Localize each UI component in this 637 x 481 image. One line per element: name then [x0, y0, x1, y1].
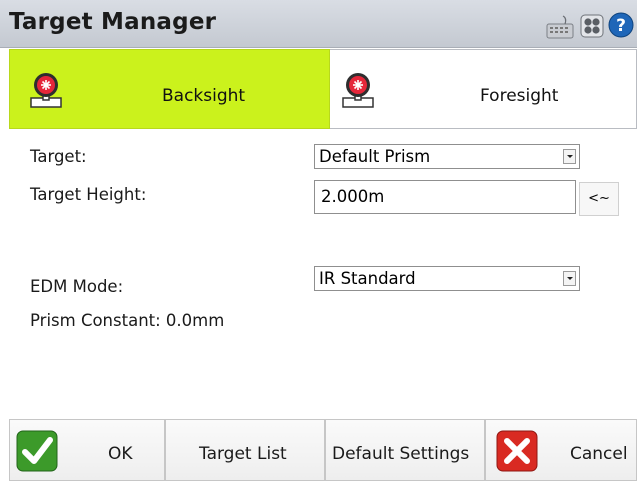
prism-constant-text: Prism Constant: 0.0mm [30, 311, 225, 330]
target-select[interactable]: Default Prism [314, 144, 580, 169]
prism-target-icon [30, 73, 62, 108]
cancel-button-label: Cancel [570, 444, 628, 464]
keyboard-icon[interactable] [545, 14, 575, 40]
settings-icon[interactable] [580, 14, 604, 38]
window-title: Target Manager [9, 9, 217, 35]
checkmark-icon [16, 430, 58, 472]
edm-mode-value: IR Standard [319, 269, 416, 288]
svg-text:?: ? [616, 16, 626, 36]
edm-mode-select[interactable]: IR Standard [314, 266, 580, 291]
title-bar: Target Manager ? [0, 0, 637, 48]
tab-backsight-label: Backsight [162, 86, 246, 106]
cancel-button[interactable]: Cancel [485, 419, 637, 481]
target-height-input[interactable]: 2.000m [314, 180, 576, 214]
prism-target-icon [342, 73, 374, 108]
ok-button[interactable]: OK [9, 419, 165, 481]
edm-mode-label: EDM Mode: [30, 277, 124, 296]
tab-backsight[interactable]: Backsight [9, 49, 330, 129]
close-icon [496, 430, 538, 472]
chevron-down-icon[interactable] [563, 149, 576, 164]
target-select-value: Default Prism [319, 147, 431, 166]
height-options-button[interactable]: <~ [579, 182, 619, 216]
default-settings-label: Default Settings [332, 444, 470, 464]
target-height-value: 2.000m [321, 187, 385, 206]
tab-foresight-label: Foresight [480, 86, 559, 106]
target-list-button[interactable]: Target List [165, 419, 325, 481]
ok-button-label: OK [108, 444, 133, 464]
target-list-label: Target List [199, 444, 287, 464]
tab-foresight[interactable]: Foresight [330, 49, 637, 129]
target-tabs: Backsight Foresight [0, 49, 637, 129]
target-label: Target: [30, 147, 87, 166]
chevron-down-icon[interactable] [563, 271, 576, 286]
default-settings-button[interactable]: Default Settings [325, 419, 485, 481]
target-height-label: Target Height: [30, 185, 147, 204]
help-icon[interactable]: ? [608, 12, 634, 38]
bottom-toolbar: OK Target List Default Settings Cancel [0, 419, 637, 481]
